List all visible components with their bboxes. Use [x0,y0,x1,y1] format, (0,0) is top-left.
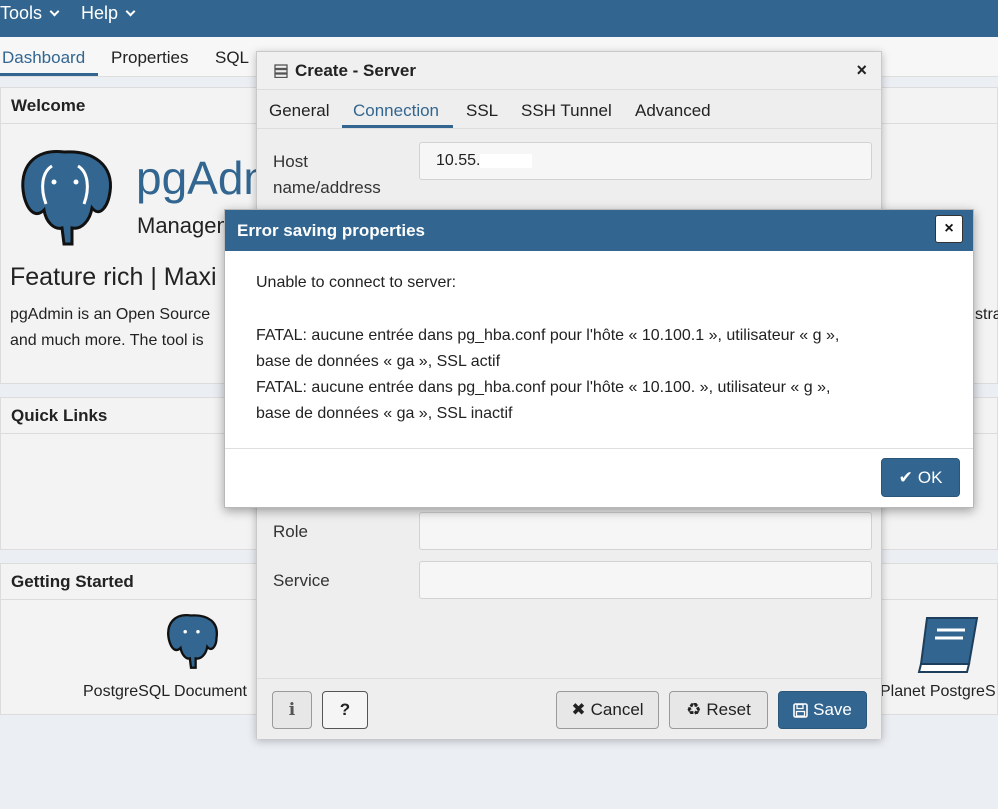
tab-advanced[interactable]: Advanced [635,101,711,121]
pgadmin-subtitle: Managem [137,213,235,238]
error-message-line: FATAL: aucune entrée dans pg_hba.conf po… [256,379,831,396]
active-tab-indicator [342,125,453,128]
feature-heading: Feature rich | Maxi [10,263,217,291]
tools-menu-label: Tools [0,3,43,23]
error-dialog: Error saving properties × Unable to conn… [224,209,974,508]
create-server-titlebar: Create - Server × [257,52,881,90]
chevron-down-icon [125,6,136,16]
floppy-disk-icon [793,702,808,718]
create-server-title: Create - Server [295,61,416,80]
description-overflow: stra [975,306,998,323]
tab-sql[interactable]: SQL [215,48,249,68]
cancel-button-label: Cancel [590,700,644,719]
host-label-line2: name/address [273,178,381,197]
service-input[interactable] [419,561,872,599]
error-dialog-header: Error saving properties × [225,210,973,251]
tab-general[interactable]: General [269,101,329,121]
error-message-line: FATAL: aucune entrée dans pg_hba.conf po… [256,327,840,344]
service-label: Service [273,571,330,590]
tools-menu[interactable]: Tools [0,3,60,24]
divider [225,448,973,449]
error-message-line: base de données « ga », SSL actif [256,353,501,370]
close-icon: ✖ [571,700,586,719]
ok-button-label: OK [917,467,943,487]
redaction [480,153,533,168]
tab-properties[interactable]: Properties [111,48,188,68]
tab-connection[interactable]: Connection [353,101,439,121]
info-button[interactable]: i [272,691,312,729]
cancel-button[interactable]: ✖ Cancel [556,691,659,729]
role-label: Role [273,522,308,541]
top-navbar: Tools Help [0,0,998,37]
create-server-tabs: General Connection SSL SSH Tunnel Advanc… [257,90,881,129]
book-icon[interactable] [915,614,983,676]
planet-postgresql-link[interactable]: Planet PostgreS [880,683,996,701]
chevron-down-icon [49,6,60,16]
active-tab-indicator [0,73,98,76]
help-menu-label: Help [81,3,119,23]
ok-button[interactable]: ✔ OK [881,458,960,497]
error-message-header: Unable to connect to server: [256,274,457,291]
tab-ssh-tunnel[interactable]: SSH Tunnel [521,101,612,121]
save-button[interactable]: Save [778,691,867,729]
create-server-footer: i ? ✖ Cancel ♻ Reset Save [257,678,881,739]
question-icon: ? [339,700,351,719]
error-dialog-title: Error saving properties [237,221,426,240]
tab-ssl[interactable]: SSL [466,101,498,121]
description-line-1: pgAdmin is an Open Source [10,306,211,323]
host-address-value: 10.55. [436,152,481,169]
host-label-line1: Host [273,152,308,171]
role-input[interactable] [419,512,872,550]
help-button[interactable]: ? [322,691,368,729]
save-button-label: Save [813,700,852,719]
tab-dashboard[interactable]: Dashboard [2,48,85,68]
description-line-2: and much more. The tool is [10,332,204,349]
reset-button[interactable]: ♻ Reset [669,691,768,729]
checkmark-icon: ✔ [898,467,913,487]
info-icon: i [288,700,296,720]
close-icon[interactable]: × [935,215,963,243]
host-address-input[interactable]: 10.55. [419,142,872,180]
postgresql-docs-link[interactable]: PostgreSQL Document [83,683,247,701]
postgresql-docs-icon[interactable] [162,611,220,671]
server-icon [274,64,288,78]
recycle-icon: ♻ [686,700,702,719]
error-message-line: base de données « ga », SSL inactif [256,405,513,422]
reset-button-label: Reset [706,700,751,719]
postgresql-elephant-logo [21,150,112,246]
help-menu[interactable]: Help [81,3,136,24]
close-icon[interactable]: × [856,60,867,81]
